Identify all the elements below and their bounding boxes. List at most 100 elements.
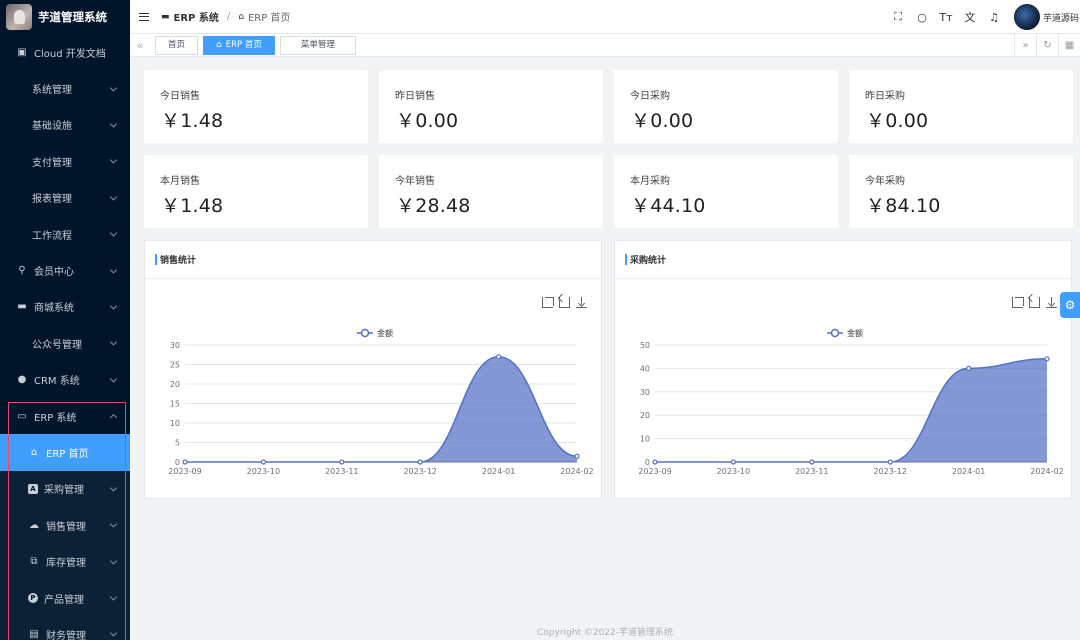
sidebar-item-label: 财务管理 bbox=[46, 630, 86, 640]
tag-erp-home[interactable]: ⌂ ERP 首页 bbox=[203, 35, 275, 55]
sidebar-item-label: 系统管理 bbox=[32, 85, 72, 97]
purchase-icon: A bbox=[28, 483, 38, 494]
stat-value: ￥44.10 bbox=[631, 195, 706, 217]
y-tick-label: 30 bbox=[640, 388, 650, 397]
translate-icon[interactable]: 文 bbox=[959, 9, 982, 25]
data-point bbox=[496, 354, 502, 360]
chevron-down-icon bbox=[109, 120, 118, 128]
breadcrumb: ▬ ERP 系统 / ⌂ ERP 首页 bbox=[161, 9, 290, 24]
x-tick-label: 2023-10 bbox=[717, 467, 750, 476]
sidebar-item-erp[interactable]: ▭ ERP 系统 bbox=[0, 398, 130, 434]
scroll-right-icon[interactable]: » bbox=[1014, 34, 1036, 57]
navbar-tools: ⛶ ○ Tт 文 ♫ 芋道源码 bbox=[886, 0, 1080, 34]
x-tick-label: 2023-09 bbox=[638, 467, 671, 476]
grid-icon[interactable]: ▦ bbox=[1058, 34, 1080, 57]
breadcrumb-item[interactable]: ERP 系统 bbox=[174, 9, 219, 24]
tag-menu[interactable]: 菜单管理 bbox=[279, 35, 356, 55]
stat-value: ￥1.48 bbox=[161, 110, 224, 132]
refresh-icon[interactable]: ↻ bbox=[1036, 34, 1058, 57]
y-tick-label: 10 bbox=[170, 419, 180, 428]
y-tick-label: 40 bbox=[640, 364, 650, 373]
sidebar-item-member[interactable]: ⚲ 会员中心 bbox=[0, 252, 130, 288]
brand-title: 芋道管理系统 bbox=[38, 10, 107, 24]
stat-value: ￥84.10 bbox=[866, 195, 941, 217]
data-point bbox=[417, 459, 423, 465]
sidebar-item-pay[interactable]: 支付管理 bbox=[0, 143, 130, 179]
sidebar-item-purchase[interactable]: A 采购管理 bbox=[0, 470, 130, 508]
stat-card: 今日销售 ￥1.48 bbox=[144, 70, 368, 143]
avatar[interactable] bbox=[1014, 4, 1040, 30]
home-icon: ⌂ bbox=[216, 39, 222, 50]
hamburger-icon[interactable] bbox=[139, 12, 149, 21]
data-point bbox=[339, 459, 345, 465]
data-point bbox=[182, 459, 188, 465]
x-tick-label: 2023-09 bbox=[168, 467, 201, 476]
font-size-icon[interactable]: Tт bbox=[935, 11, 958, 24]
stat-card: 今年销售 ￥28.48 bbox=[379, 155, 603, 228]
stat-label: 本月采购 bbox=[630, 176, 670, 187]
tag-label: 首页 bbox=[168, 39, 186, 50]
sidebar-item-label: 商城系统 bbox=[34, 303, 74, 315]
chevron-down-icon bbox=[109, 593, 118, 601]
breadcrumb-item: ERP 首页 bbox=[247, 13, 291, 24]
erp-icon: ▭ bbox=[17, 410, 27, 422]
data-point bbox=[260, 459, 267, 465]
shop-icon: ▬ bbox=[17, 301, 27, 313]
username[interactable]: 芋道源码 bbox=[1043, 11, 1080, 24]
panel-title: 采购统计 bbox=[630, 256, 667, 266]
home-icon: ⌂ bbox=[30, 446, 38, 458]
stat-label: 今日采购 bbox=[630, 91, 670, 102]
sidebar-item-label: 工作流程 bbox=[32, 230, 72, 242]
legend-label: 金额 bbox=[847, 328, 863, 338]
breadcrumb-separator: / bbox=[226, 11, 231, 22]
sidebar-item-infra[interactable]: 基础设施 bbox=[0, 107, 130, 143]
legend-marker bbox=[360, 328, 370, 338]
stat-card: 今日采购 ￥0.00 bbox=[614, 70, 838, 143]
sidebar-item-product[interactable]: P 产品管理 bbox=[0, 579, 130, 617]
chevron-down-icon bbox=[109, 484, 118, 492]
search-icon[interactable]: ○ bbox=[911, 11, 934, 24]
tag-home[interactable]: 首页 bbox=[155, 35, 199, 55]
brand[interactable]: 芋道管理系统 bbox=[0, 0, 130, 34]
product-icon: P bbox=[28, 593, 38, 604]
chevron-down-icon bbox=[109, 229, 118, 237]
user-icon: ● bbox=[17, 374, 27, 386]
scroll-left-icon[interactable]: « bbox=[130, 39, 150, 52]
y-tick-label: 0 bbox=[645, 458, 650, 467]
x-tick-label: 2023-11 bbox=[795, 467, 828, 476]
legend-label: 金额 bbox=[377, 328, 393, 338]
sidebar-item-sales[interactable]: ☁ 销售管理 bbox=[0, 507, 130, 544]
x-tick-label: 2023-11 bbox=[325, 467, 358, 476]
sidebar-item-label: 报表管理 bbox=[32, 194, 72, 206]
stat-value: ￥0.00 bbox=[631, 110, 694, 132]
stat-value: ￥1.48 bbox=[161, 195, 224, 217]
stat-value: ￥0.00 bbox=[866, 110, 929, 132]
fullscreen-icon[interactable]: ⛶ bbox=[887, 10, 910, 24]
sidebar-item-report[interactable]: 报表管理 bbox=[0, 180, 130, 216]
erp-icon: ▬ bbox=[161, 11, 170, 22]
chevron-down-icon bbox=[109, 375, 118, 383]
legend-marker bbox=[830, 328, 840, 338]
sidebar-item-label: 公众号管理 bbox=[32, 339, 82, 351]
sidebar-item-mp[interactable]: 公众号管理 bbox=[0, 325, 130, 361]
tag-label: 菜单管理 bbox=[300, 39, 335, 50]
bell-icon[interactable]: ♫ bbox=[983, 11, 1006, 24]
sidebar-item-crm[interactable]: ● CRM 系统 bbox=[0, 362, 130, 398]
sidebar-item-workflow[interactable]: 工作流程 bbox=[0, 216, 130, 252]
sidebar-item-finance[interactable]: ▤ 财务管理 bbox=[0, 616, 130, 640]
sidebar-item-mall[interactable]: ▬ 商城系统 bbox=[0, 289, 130, 325]
sidebar-item-erp-home[interactable]: ⌂ ERP 首页 bbox=[0, 434, 130, 471]
stat-card: 昨日销售 ￥0.00 bbox=[379, 70, 603, 143]
settings-fab[interactable]: ⚙ bbox=[1060, 292, 1080, 318]
sidebar: 芋道管理系统 ▣ Cloud 开发文档 系统管理 基础设施 支付管理 报表管理 … bbox=[0, 0, 130, 640]
sidebar-item-system[interactable]: 系统管理 bbox=[0, 70, 130, 106]
data-point bbox=[966, 365, 972, 372]
y-tick-label: 5 bbox=[175, 439, 180, 448]
stat-label: 今日销售 bbox=[160, 91, 200, 102]
series-area bbox=[185, 356, 577, 462]
tag-tools: » ↻ ▦ bbox=[1014, 34, 1080, 57]
panel-title: 销售统计 bbox=[160, 256, 197, 266]
chevron-down-icon bbox=[109, 520, 118, 528]
sidebar-item-cloud-docs[interactable]: ▣ Cloud 开发文档 bbox=[0, 34, 130, 70]
sidebar-item-stock[interactable]: ⧉ 库存管理 bbox=[0, 543, 130, 580]
